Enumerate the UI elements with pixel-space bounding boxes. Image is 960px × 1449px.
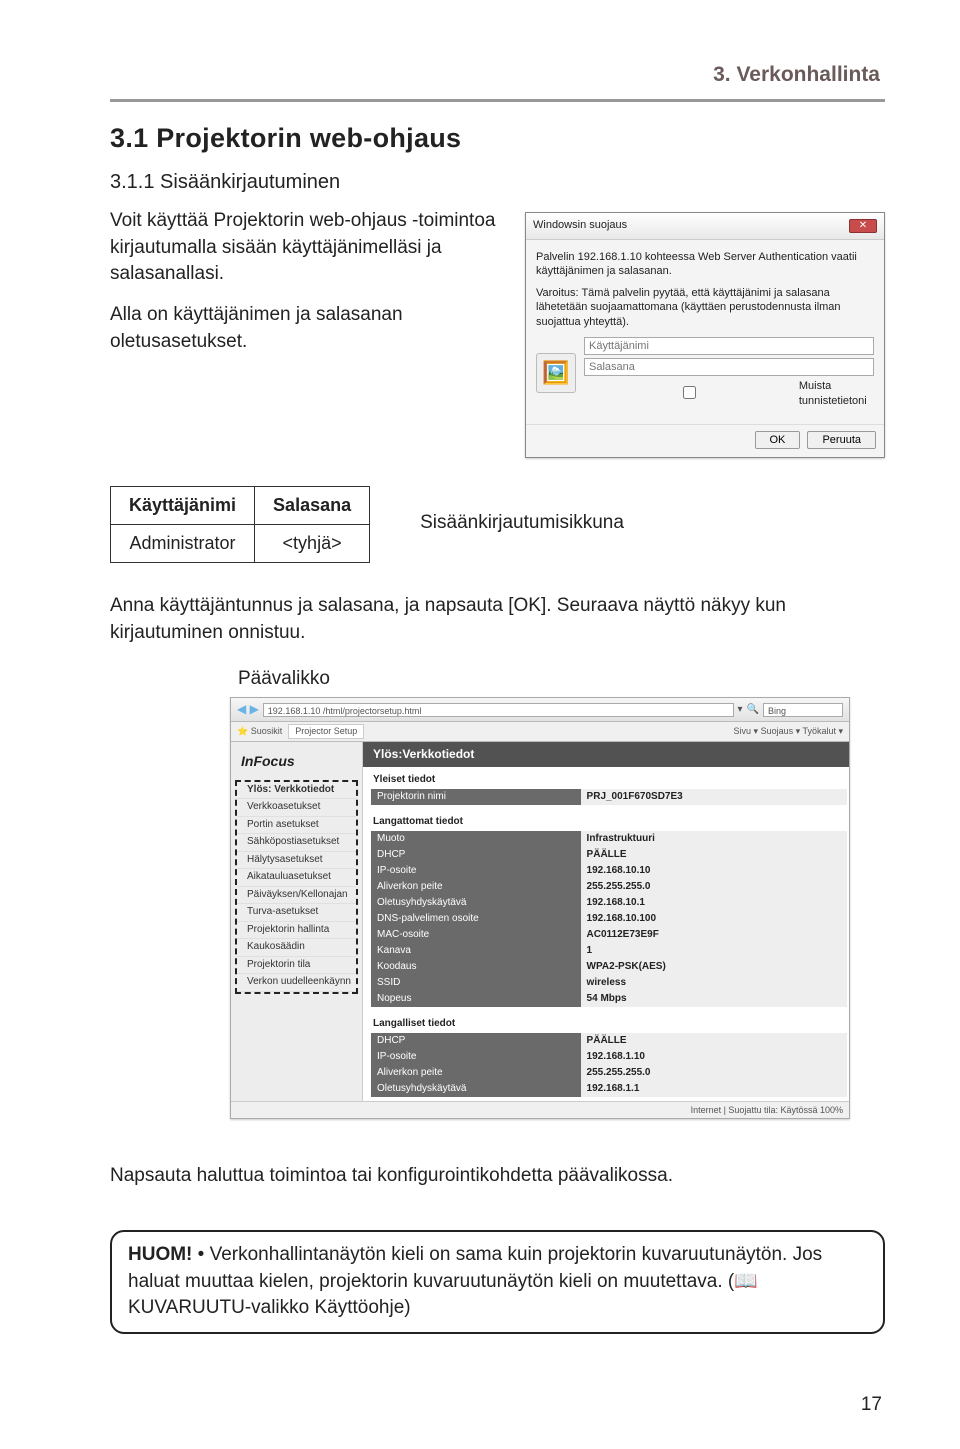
table-row: Oletusyhdyskäytävä192.168.10.1 <box>371 895 847 911</box>
table-row: IP-osoite192.168.10.10 <box>371 863 847 879</box>
table-row: MAC-osoiteAC0112E73E9F <box>371 927 847 943</box>
section-wired: Langalliset tiedot <box>363 1011 849 1033</box>
table-row: DNS-palvelimen osoite192.168.10.100 <box>371 911 847 927</box>
table-row: IP-osoite192.168.1.10 <box>371 1049 847 1065</box>
sidebar-item[interactable]: Päiväyksen/Kellonajan <box>237 887 356 905</box>
sidebar-item[interactable]: Ylös: Verkkotiedot <box>237 782 356 800</box>
header-divider <box>110 99 885 102</box>
sidebar-item[interactable]: Sähköpostiasetukset <box>237 834 356 852</box>
sidebar-item[interactable]: Turva-asetukset <box>237 904 356 922</box>
intro-p2: Alla on käyttäjänimen ja salasanan oletu… <box>110 302 499 355</box>
table-row: Nopeus54 Mbps <box>371 991 847 1007</box>
dialog-title: Windowsin suojaus <box>533 218 627 233</box>
username-field[interactable] <box>584 337 874 355</box>
main-menu-dashed-box: Ylös: VerkkotiedotVerkkoasetuksetPortin … <box>235 780 358 994</box>
table-row: SSIDwireless <box>371 975 847 991</box>
sidebar-item[interactable]: Projektorin tila <box>237 957 356 975</box>
close-icon[interactable]: ✕ <box>849 219 877 233</box>
login-window-caption: Sisäänkirjautumisikkuna <box>420 510 624 537</box>
bottom-instruction: Napsauta haluttua toimintoa tai konfigur… <box>110 1163 885 1190</box>
page-banner: Ylös:Verkkotiedot <box>363 742 849 767</box>
sidebar-item[interactable]: Projektorin hallinta <box>237 922 356 940</box>
sidebar-item[interactable]: Aikatauluasetukset <box>237 869 356 887</box>
browser-tab[interactable]: Projector Setup <box>288 724 364 739</box>
login-dialog: Windowsin suojaus ✕ Palvelin 192.168.1.1… <box>525 212 885 458</box>
subsection-title: 3.1.1 Sisäänkirjautuminen <box>110 168 885 196</box>
table-row: Aliverkon peite255.255.255.0 <box>371 1065 847 1081</box>
wired-table: DHCPPÄÄLLEIP-osoite192.168.1.10Aliverkon… <box>371 1033 847 1097</box>
browser-status-bar: Internet | Suojattu tila: Käytössä 100% <box>231 1101 849 1119</box>
browser-screenshot: ◀ ▶ 192.168.1.10 /html/projectorsetup.ht… <box>230 697 850 1119</box>
ok-button[interactable]: OK <box>755 431 801 449</box>
section-wireless: Langattomat tiedot <box>363 809 849 831</box>
address-bar[interactable]: 192.168.1.10 /html/projectorsetup.html <box>263 703 734 717</box>
th-username: Käyttäjänimi <box>111 486 255 524</box>
sidebar-item[interactable]: Verkon uudelleenkäynn <box>237 974 356 992</box>
section-header: 3. Verkonhallinta <box>110 60 885 89</box>
section-general: Yleiset tiedot <box>363 767 849 789</box>
search-box[interactable]: Bing <box>763 703 843 717</box>
table-row: Aliverkon peite255.255.255.0 <box>371 879 847 895</box>
sidebar-item[interactable]: Verkkoasetukset <box>237 799 356 817</box>
table-row: DHCPPÄÄLLE <box>371 1033 847 1049</box>
th-password: Salasana <box>255 486 370 524</box>
user-icon: 🖼️ <box>536 353 576 393</box>
password-field[interactable] <box>584 358 874 376</box>
dialog-text-2: Varoitus: Tämä palvelin pyytää, että käy… <box>536 286 874 329</box>
credentials-table: Käyttäjänimi Salasana Administrator <tyh… <box>110 486 370 563</box>
intro-p1: Voit käyttää Projektorin web-ohjaus -toi… <box>110 208 499 288</box>
note-label: HUOM! <box>128 1244 192 1265</box>
table-row: Kanava1 <box>371 943 847 959</box>
favorites-label[interactable]: ⭐ Suosikit <box>237 725 282 738</box>
table-row: DHCPPÄÄLLE <box>371 847 847 863</box>
dialog-text-1: Palvelin 192.168.1.10 kohteessa Web Serv… <box>536 250 874 279</box>
sidebar-item[interactable]: Portin asetukset <box>237 817 356 835</box>
table-row: MuotoInfrastruktuuri <box>371 831 847 847</box>
table-row: Oletusyhdyskäytävä192.168.1.1 <box>371 1081 847 1097</box>
main-menu-caption: Päävalikko <box>238 666 885 693</box>
wireless-table: MuotoInfrastruktuuriDHCPPÄÄLLEIP-osoite1… <box>371 831 847 1007</box>
td-username: Administrator <box>111 525 255 563</box>
cancel-button[interactable]: Peruuta <box>807 431 876 449</box>
page-number: 17 <box>861 1392 882 1419</box>
table-row: KoodausWPA2-PSK(AES) <box>371 959 847 975</box>
infocus-logo: InFocus <box>231 748 362 778</box>
page-title: 3.1 Projektorin web-ohjaus <box>110 120 885 158</box>
sidebar-item[interactable]: Hälytysasetukset <box>237 852 356 870</box>
instruction-para: Anna käyttäjäntunnus ja salasana, ja nap… <box>110 593 885 646</box>
back-forward-icon[interactable]: ◀ ▶ <box>237 701 259 718</box>
toolbar-right[interactable]: Sivu ▾ Suojaus ▾ Työkalut ▾ <box>734 725 843 738</box>
sidebar-item[interactable]: Kaukosäädin <box>237 939 356 957</box>
td-password: <tyhjä> <box>255 525 370 563</box>
general-table: Projektorin nimiPRJ_001F670SD7E3 <box>371 789 847 805</box>
table-row: Projektorin nimiPRJ_001F670SD7E3 <box>371 789 847 805</box>
remember-checkbox[interactable]: Muista tunnistetietoni <box>584 379 874 410</box>
note-box: HUOM! • Verkonhallintanäytön kieli on sa… <box>110 1230 885 1334</box>
book-icon: 📖 <box>734 1271 758 1292</box>
